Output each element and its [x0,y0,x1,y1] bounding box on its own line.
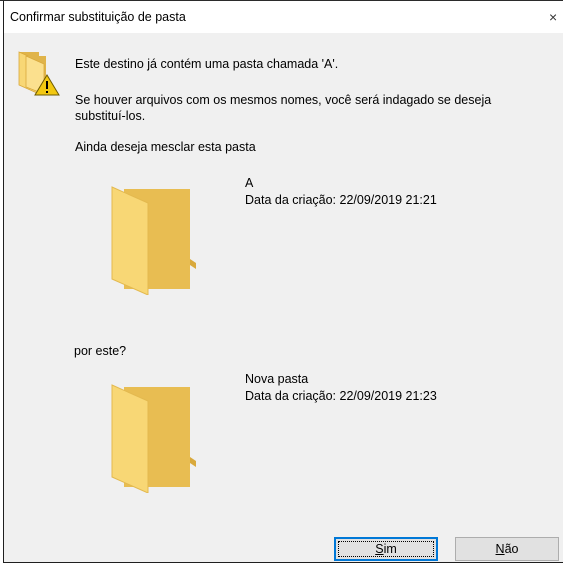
no-mnemonic: N [495,542,505,556]
close-icon[interactable]: × [549,5,563,29]
message-duplicate-files-cont: substituí-los. [75,109,146,123]
message-merge-question: Ainda deseja mesclar esta pasta [75,140,256,154]
new-folder-created: Data da criação: 22/09/2019 21:23 [245,389,437,403]
new-folder-icon [111,384,196,493]
message-duplicate-files: Se houver arquivos com os mesmos nomes, … [75,93,492,107]
dialog-content: Este destino já contém uma pasta chamada… [4,33,563,562]
existing-folder-created: Data da criação: 22/09/2019 21:21 [245,193,437,207]
screen: Confirmar substituição de pasta × Este d… [0,0,563,563]
existing-folder-name: A [245,176,254,190]
window-title: Confirmar substituição de pasta [10,10,186,24]
new-folder-name: Nova pasta [245,372,309,386]
confirm-folder-replace-dialog: Confirmar substituição de pasta × Este d… [3,1,563,563]
folder-warning-icon [18,51,60,96]
replace-question: por este? [74,344,127,358]
existing-folder-icon [111,186,196,295]
title-bar[interactable]: Confirmar substituição de pasta × [4,1,563,33]
yes-button[interactable]: Sim [334,537,438,561]
message-destination-exists: Este destino já contém uma pasta chamada… [75,57,339,71]
no-button[interactable]: Não [455,537,559,561]
focus-ring [338,541,434,557]
no-label: ão [504,542,519,556]
